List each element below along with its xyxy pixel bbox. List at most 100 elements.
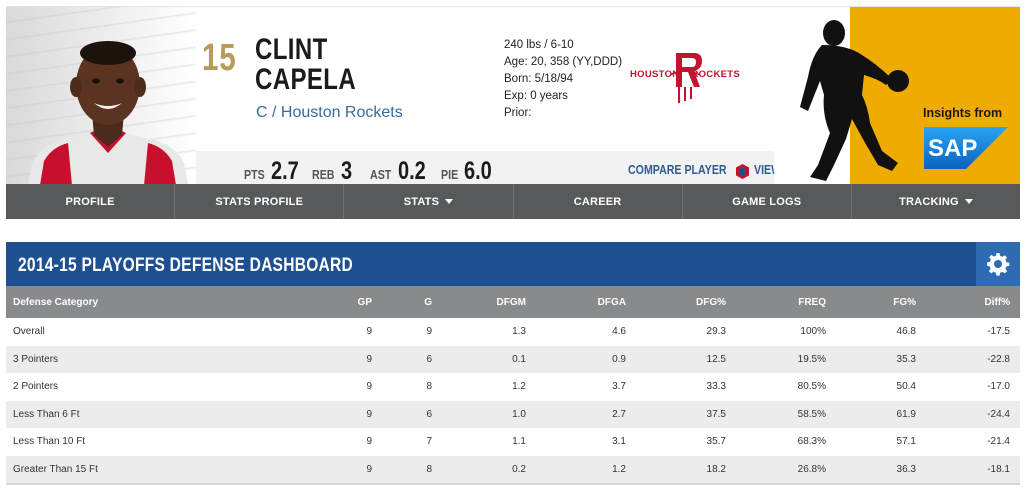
table-cell: 1.1 <box>442 428 536 456</box>
column-header[interactable]: GP <box>336 286 382 318</box>
player-position-team[interactable]: C / Houston Rockets <box>256 104 403 122</box>
team-logo-text: HOUSTON ROCKETS <box>630 69 740 80</box>
settings-button[interactable] <box>976 242 1020 286</box>
stat-value: 0.2 <box>398 157 426 184</box>
table-header-row: Defense Category GP G DFGM DFGA DFG% FREQ FG% Di… <box>6 286 1020 318</box>
stat-ast: AST 0.2 <box>370 157 433 184</box>
nav-label: STATS <box>403 195 440 208</box>
table-cell: -17.0 <box>926 373 1020 401</box>
table-cell: 0.2 <box>442 455 536 484</box>
nav-career[interactable]: CAREER <box>514 184 683 219</box>
table-cell: 1.2 <box>536 455 636 484</box>
table-cell: 9 <box>336 373 382 401</box>
table-cell: 0.1 <box>442 345 536 374</box>
table-row: 2 Pointers 9 8 1.2 3.7 33.3 80.5% 50.4 -17.0 <box>6 373 1020 401</box>
nav-label: STATS PROFILE <box>215 195 304 208</box>
team-logo-right: ROCKETS <box>691 69 740 80</box>
bio-size: 240 lbs / 6-10 <box>504 39 574 51</box>
player-silhouette-icon <box>800 20 909 181</box>
stat-label: AST <box>370 167 392 182</box>
caret-down-icon <box>445 199 454 204</box>
nav-profile[interactable]: PROFILE <box>6 184 176 219</box>
table-cell: 8 <box>382 455 442 484</box>
table-cell: -18.1 <box>926 455 1020 484</box>
team-logo[interactable]: HOUSTON ROCKETS <box>630 47 740 107</box>
nav-stats-profile[interactable]: STATS PROFILE <box>175 184 345 219</box>
column-header[interactable]: DFGM <box>442 286 536 318</box>
stat-pie: PIE 6.0 <box>441 157 499 184</box>
column-header[interactable]: FG% <box>836 286 926 318</box>
sap-logo[interactable]: SAP <box>924 127 1008 169</box>
nav-label: CAREER <box>573 195 622 208</box>
jersey-number: 15 <box>202 37 237 79</box>
table-cell: -22.8 <box>926 345 1020 374</box>
column-header[interactable]: DFGA <box>536 286 636 318</box>
table-cell: 8 <box>382 373 442 401</box>
player-nav: PROFILE STATS PROFILE STATS CAREER GAME … <box>6 184 1020 219</box>
table-cell: -24.4 <box>926 400 1020 429</box>
sap-logo-text: SAP <box>928 135 977 162</box>
insights-from-label: Insights from <box>923 106 1003 120</box>
column-header[interactable]: Defense Category <box>6 286 336 318</box>
defense-dashboard-table: Defense Category GP G DFGM DFGA DFG% FREQ FG% Di… <box>6 286 1020 484</box>
table-cell: 68.3% <box>736 428 836 456</box>
table-cell: 1.0 <box>442 400 536 429</box>
column-header[interactable]: FREQ <box>736 286 836 318</box>
table-cell: 3.1 <box>536 428 636 456</box>
column-header[interactable]: DFG% <box>636 286 736 318</box>
player-first-name: CLINT <box>255 33 328 66</box>
nav-stats[interactable]: STATS <box>344 184 514 219</box>
table-cell: -17.5 <box>926 318 1020 346</box>
caret-down-icon <box>964 199 973 204</box>
bio-age: Age: 20, 358 (YY,DDD) <box>504 56 623 68</box>
stat-reb: REB 3 <box>312 157 355 184</box>
bio-born: Born: 5/18/94 <box>504 73 574 85</box>
table-cell: 9 <box>336 318 382 346</box>
player-header: 15 CLINT CAPELA C / Houston Rockets 240 … <box>6 6 1020 184</box>
compare-player-link[interactable]: COMPARE PLAYER <box>628 163 727 177</box>
table-cell: 26.8% <box>736 455 836 484</box>
stat-label: PIE <box>441 167 459 182</box>
table-cell: 12.5 <box>636 345 736 374</box>
stat-pts: PTS 2.7 <box>244 157 306 184</box>
nav-label: TRACKING <box>899 195 959 208</box>
column-header[interactable]: Diff% <box>926 286 1020 318</box>
row-category: Overall <box>6 318 336 346</box>
row-category: Less Than 10 Ft <box>6 428 336 456</box>
table-cell: 18.2 <box>636 455 736 484</box>
table-cell: 57.1 <box>836 428 926 456</box>
table-cell: 61.9 <box>836 400 926 429</box>
table-cell: 58.5% <box>736 400 836 429</box>
table-cell: 2.7 <box>536 400 636 429</box>
nav-game-logs[interactable]: GAME LOGS <box>683 184 852 219</box>
table-row: Less Than 10 Ft 9 7 1.1 3.1 35.7 68.3% 57.1 -21.… <box>6 428 1020 456</box>
gear-icon <box>987 253 1010 276</box>
table-row: Overall 9 9 1.3 4.6 29.3 100% 46.8 -17.5 <box>6 318 1020 346</box>
dleague-icon <box>736 164 749 179</box>
stat-label: REB <box>312 167 335 182</box>
row-category: Greater Than 15 Ft <box>6 455 336 484</box>
table-cell: 3.7 <box>536 373 636 401</box>
table-cell: 36.3 <box>836 455 926 484</box>
table-cell: 35.7 <box>636 428 736 456</box>
stat-value: 2.7 <box>271 157 300 184</box>
stat-value: 6.0 <box>463 157 492 184</box>
team-logo-left: HOUSTON <box>630 69 680 80</box>
dashboard-title: 2014-15 PLAYOFFS DEFENSE DASHBOARD <box>18 255 354 276</box>
table-cell: 29.3 <box>636 318 736 346</box>
table-cell: 100% <box>736 318 836 346</box>
table-cell: 46.8 <box>836 318 926 346</box>
row-category: 3 Pointers <box>6 345 336 374</box>
table-row: 3 Pointers 9 6 0.1 0.9 12.5 19.5% 35.3 -22.8 <box>6 345 1020 374</box>
table-cell: 37.5 <box>636 400 736 429</box>
stat-label: PTS <box>244 167 265 182</box>
table-cell: 9 <box>336 345 382 374</box>
bio-prior: Prior: <box>504 107 532 119</box>
table-cell: 35.3 <box>836 345 926 374</box>
table-cell: 33.3 <box>636 373 736 401</box>
player-last-name: CAPELA <box>255 63 357 96</box>
bio-exp: Exp: 0 years <box>504 90 568 102</box>
player-bio: 240 lbs / 6-10 Age: 20, 358 (YY,DDD) Bor… <box>504 37 622 122</box>
column-header[interactable]: G <box>382 286 442 318</box>
nav-tracking[interactable]: TRACKING <box>852 184 1020 219</box>
